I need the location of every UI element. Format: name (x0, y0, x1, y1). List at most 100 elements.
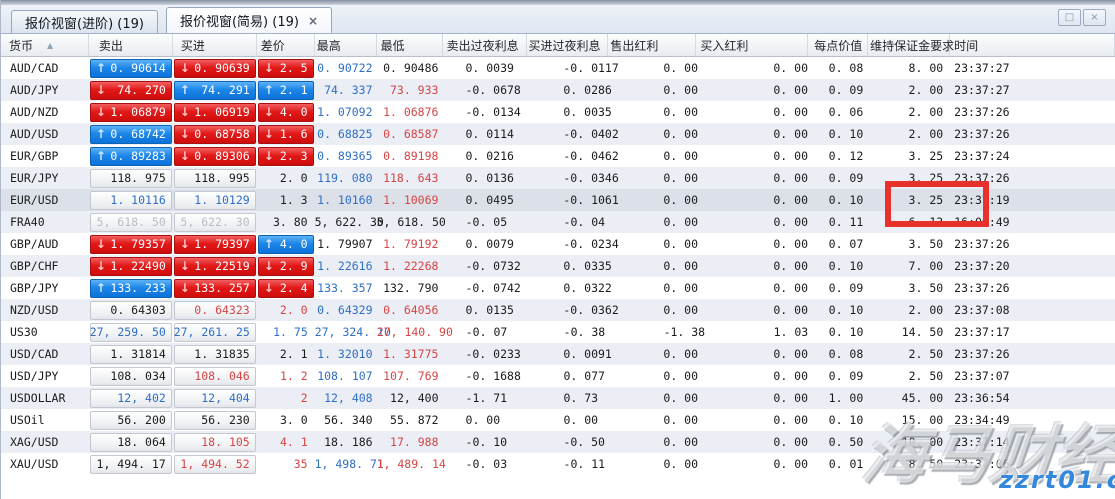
quote-row[interactable]: USOil 56. 200 56. 230 3. 0 56. 340 55. 872 0. … (1, 409, 1115, 431)
low-cell: 5, 618. 50 (376, 215, 446, 229)
quote-row[interactable]: AUD/JPY ↓ 74. 270 ↑ 74. 291 ↑ 2. 1 74. 337 73. 9… (1, 79, 1115, 101)
header-high[interactable]: 最高 (315, 34, 377, 56)
quote-row[interactable]: AUD/NZD ↓ 1. 06879 ↓ 1. 06919 ↓ 4. 0 1. 07092 1.… (1, 101, 1115, 123)
quote-row[interactable]: USDOLLAR 12, 402 12, 404 2 12, 408 12, 400 -1.… (1, 387, 1115, 409)
buy-button[interactable]: ↑ 74. 291 (173, 80, 256, 100)
sell-button[interactable]: 108. 034 (89, 366, 172, 386)
sell-button[interactable]: 1. 10116 (89, 190, 172, 210)
tab-quotes-advanced[interactable]: 报价视窗(进阶) (19) (11, 10, 158, 33)
buy-button[interactable]: 56. 230 (173, 410, 256, 430)
quote-row[interactable]: XAU/USD 1, 494. 17 1, 494. 52 35 1, 498. 71 1… (1, 453, 1115, 475)
header-time[interactable]: 时间 (950, 34, 1115, 56)
quote-row[interactable]: AUD/CAD ↑ 0. 90614 ↓ 0. 90639 ↓ 2. 5 0. 90722 0.… (1, 57, 1115, 79)
tab-label: 报价视窗(进阶) (19) (25, 16, 144, 32)
quote-row[interactable]: EUR/USD 1. 10116 1. 10129 1. 3 1. 10160 1. 10… (1, 189, 1115, 211)
header-sell[interactable]: 卖出 (89, 34, 173, 56)
quote-row[interactable]: EUR/GBP ↑ 0. 89283 ↓ 0. 89306 ↓ 2. 3 0. 89365 0.… (1, 145, 1115, 167)
sell-button[interactable]: ↑ 0. 68742 (89, 124, 172, 144)
low-cell: 1, 489. 14 (376, 457, 446, 471)
buy-button[interactable]: ↓ 1. 06919 (173, 102, 256, 122)
sell-button[interactable]: 1, 494. 17 (89, 454, 172, 474)
spread-cell-wrap: 3. 80 (257, 215, 315, 229)
header-margin-requirement[interactable]: 维持保证金要求 (868, 34, 954, 56)
sell-button[interactable]: 5, 618. 50 (89, 212, 172, 232)
buy-button[interactable]: 27, 261. 25 (174, 322, 256, 342)
buy-button[interactable]: 1, 494. 52 (173, 454, 256, 474)
buy-button[interactable]: 0. 64323 (173, 300, 256, 320)
spread-cell[interactable]: ↓ 2. 4 (257, 278, 314, 298)
quote-row[interactable]: FRA40 5, 618. 50 5, 622. 30 3. 80 5, 622. 30… (1, 211, 1115, 233)
header-point-value[interactable]: 每点价值 (808, 34, 869, 56)
sell-button[interactable]: ↑ 133. 233 (89, 278, 172, 298)
quote-row[interactable]: USD/JPY 108. 034 108. 046 1. 2 108. 107 107. … (1, 365, 1115, 387)
table-header: 货币 ▲ 卖出 买进 差价 最高 最低 卖出过夜利息 买进过夜利息 售出红利 买… (1, 34, 1115, 57)
quote-row[interactable]: GBP/CHF ↓ 1. 22490 ↓ 1. 22519 ↓ 2. 9 1. 22616 1.… (1, 255, 1115, 277)
sell-button[interactable]: 18. 064 (89, 432, 172, 452)
low-cell: 1. 10069 (383, 193, 439, 207)
buy-button[interactable]: ↓ 0. 89306 (173, 146, 256, 166)
sell-button[interactable]: 0. 64303 (89, 300, 172, 320)
buy-button[interactable]: ↓ 1. 79397 (173, 234, 256, 254)
sell-button[interactable]: 118. 975 (89, 168, 172, 188)
header-swap-sell[interactable]: 卖出过夜利息 (443, 34, 527, 56)
quote-row[interactable]: USD/CAD 1. 31814 1. 31835 2. 1 1. 32010 1. 31… (1, 343, 1115, 365)
quote-row[interactable]: EUR/JPY 118. 975 118. 995 2. 0 119. 080 118. … (1, 167, 1115, 189)
sell-button[interactable]: 1. 31814 (89, 344, 172, 364)
symbol-cell: EUR/JPY (10, 171, 59, 185)
buy-button[interactable]: ↓ 133. 257 (173, 278, 256, 298)
close-button[interactable]: × (1083, 9, 1106, 26)
buy-button[interactable]: ↓ 0. 90639 (173, 58, 256, 78)
buy-button[interactable]: 1. 31835 (173, 344, 256, 364)
point-value-cell: 0. 09 (828, 281, 864, 295)
margin-cell: 15. 00 (901, 413, 944, 427)
spread-cell[interactable]: ↓ 2. 9 (257, 256, 314, 276)
header-dividend-sell[interactable]: 售出红利 (608, 34, 697, 56)
spread-cell[interactable]: ↑ 2. 1 (257, 80, 314, 100)
buy-button[interactable]: 108. 046 (173, 366, 256, 386)
header-buy[interactable]: 买进 (173, 34, 257, 56)
spread-cell[interactable]: ↓ 2. 3 (257, 146, 314, 166)
buy-button[interactable]: 118. 995 (173, 168, 256, 188)
header-spread[interactable]: 差价 (257, 34, 315, 56)
spread-cell[interactable]: ↓ 1. 6 (257, 124, 314, 144)
quote-row[interactable]: AUD/USD ↑ 0. 68742 ↓ 0. 68758 ↓ 1. 6 0. 68825 0.… (1, 123, 1115, 145)
buy-button[interactable]: 1. 10129 (173, 190, 256, 210)
sell-button[interactable]: ↓ 1. 79357 (89, 234, 172, 254)
spread-cell[interactable]: ↑ 4. 0 (257, 234, 314, 254)
quote-row[interactable]: GBP/JPY ↑ 133. 233 ↓ 133. 257 ↓ 2. 4 133. 357 13… (1, 277, 1115, 299)
quote-row[interactable]: NZD/USD 0. 64303 0. 64323 2. 0 0. 64329 0. 64… (1, 299, 1115, 321)
sell-button[interactable]: ↑ 0. 89283 (89, 146, 172, 166)
dividend-sell-cell: 0. 00 (663, 435, 699, 449)
swap-buy-cell: -0. 11 (563, 457, 606, 471)
high-cell: 74. 337 (324, 83, 373, 97)
quote-row[interactable]: GBP/AUD ↓ 1. 79357 ↓ 1. 79397 ↑ 4. 0 1. 79907 1.… (1, 233, 1115, 255)
header-low[interactable]: 最低 (377, 34, 443, 56)
dividend-sell-cell: 0. 00 (663, 259, 698, 273)
buy-button[interactable]: ↓ 0. 68758 (173, 124, 256, 144)
header-dividend-buy[interactable]: 买入红利 (696, 34, 809, 56)
symbol-cell: EUR/GBP (10, 149, 59, 163)
spread-cell[interactable]: ↓ 4. 0 (257, 102, 314, 122)
tab-close-icon[interactable]: × (305, 15, 318, 27)
quote-row[interactable]: US30 27, 259. 50 27, 261. 25 1. 75 27, 324. … (1, 321, 1115, 343)
sell-button[interactable]: 12, 402 (89, 388, 172, 408)
tab-quotes-simple[interactable]: 报价视窗(简易) (19) × (165, 7, 332, 33)
swap-sell-cell: -0. 0742 (465, 281, 521, 295)
buy-button[interactable]: 5, 622. 30 (173, 212, 256, 232)
sell-button[interactable]: 27, 259. 50 (90, 322, 172, 342)
restore-button[interactable]: □ (1058, 9, 1081, 26)
buy-button[interactable]: ↓ 1. 22519 (173, 256, 256, 276)
low-cell: 1. 79192 (383, 237, 439, 251)
header-symbol[interactable]: 货币 ▲ (1, 34, 89, 56)
sell-button[interactable]: ↓ 1. 22490 (89, 256, 172, 276)
sell-button[interactable]: ↓ 74. 270 (89, 80, 172, 100)
spread-cell[interactable]: ↓ 2. 5 (257, 58, 314, 78)
down-arrow-icon: ↓ (95, 83, 106, 97)
buy-button[interactable]: 12, 404 (173, 388, 256, 408)
sell-button[interactable]: 56. 200 (89, 410, 172, 430)
sell-button[interactable]: ↑ 0. 90614 (89, 58, 172, 78)
header-swap-buy[interactable]: 买进过夜利息 (527, 34, 609, 56)
buy-button[interactable]: 18. 105 (173, 432, 256, 452)
sell-button[interactable]: ↓ 1. 06879 (89, 102, 172, 122)
quote-row[interactable]: XAG/USD 18. 064 18. 105 4. 1 18. 186 17. 988 -… (1, 431, 1115, 453)
